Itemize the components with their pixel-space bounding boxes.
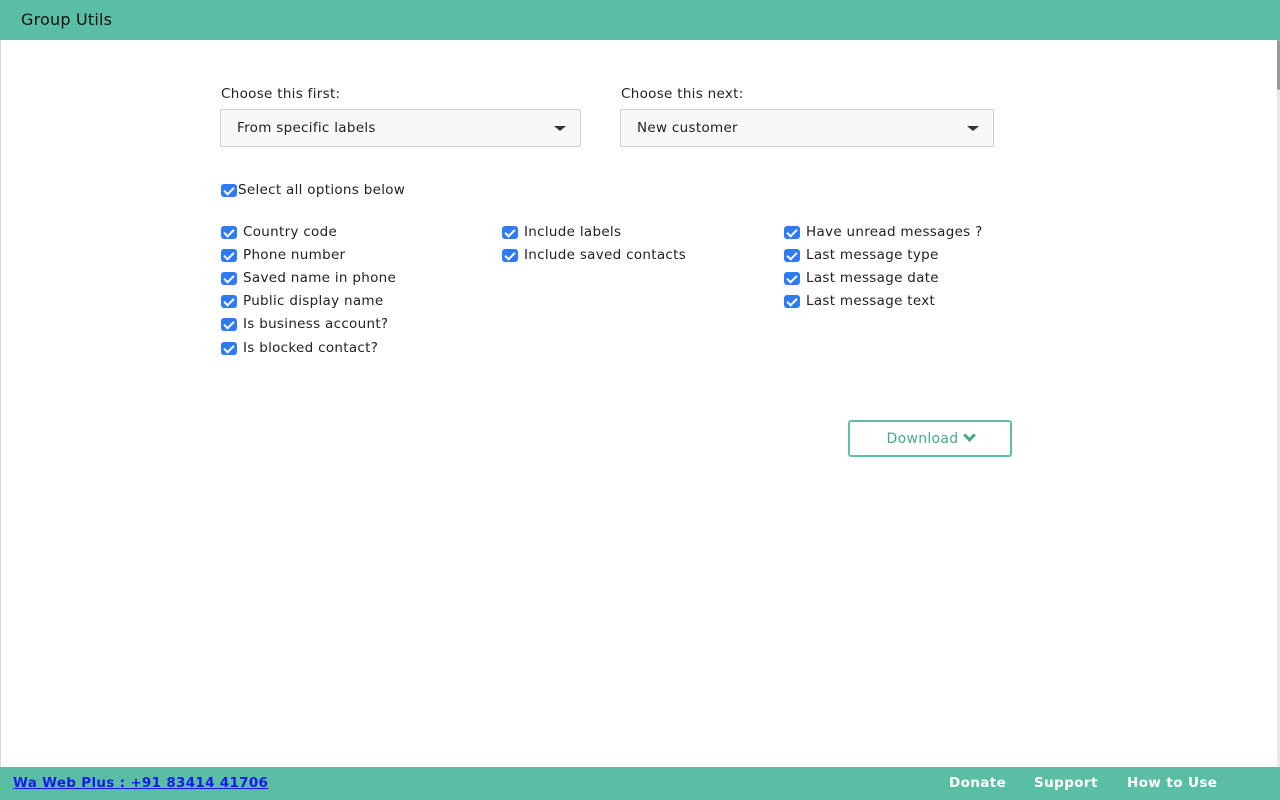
- next-select-value: New customer: [637, 120, 738, 136]
- option-label: Is business account?: [243, 316, 389, 332]
- option-blocked-contact[interactable]: Is blocked contact?: [221, 340, 378, 356]
- option-label: Phone number: [243, 247, 346, 263]
- option-last-message-type[interactable]: Last message type: [784, 247, 939, 263]
- option-last-message-date[interactable]: Last message date: [784, 270, 939, 286]
- option-phone-number[interactable]: Phone number: [221, 247, 345, 263]
- first-select[interactable]: From specific labels: [220, 109, 581, 147]
- select-all-label: Select all options below: [238, 182, 406, 198]
- checkbox-checked-icon[interactable]: [502, 248, 518, 262]
- option-include-labels[interactable]: Include labels: [502, 224, 621, 240]
- checkbox-checked-icon[interactable]: [221, 225, 237, 239]
- option-label: Country code: [243, 224, 338, 240]
- checkbox-checked-icon[interactable]: [784, 294, 800, 308]
- first-select-value: From specific labels: [237, 120, 376, 136]
- option-label: Include labels: [524, 224, 622, 240]
- app-title: Group Utils: [21, 10, 113, 29]
- checkbox-checked-icon[interactable]: [784, 271, 800, 285]
- support-link[interactable]: Support: [1034, 775, 1098, 791]
- select-all-checkbox[interactable]: Select all options below: [221, 182, 405, 198]
- next-select-label: Choose this next:: [621, 86, 744, 102]
- checkbox-checked-icon[interactable]: [784, 225, 800, 239]
- donate-link[interactable]: Donate: [949, 775, 1006, 791]
- option-label: Is blocked contact?: [243, 340, 379, 356]
- download-label: Download: [886, 430, 959, 447]
- checkbox-checked-icon[interactable]: [784, 248, 800, 262]
- checkbox-checked-icon[interactable]: [221, 341, 237, 355]
- dropdown-caret-icon: [554, 126, 566, 131]
- option-label: Last message date: [806, 270, 939, 286]
- option-label: Include saved contacts: [524, 247, 687, 263]
- option-public-display-name[interactable]: Public display name: [221, 293, 383, 309]
- chevron-down-icon: [962, 429, 976, 442]
- dropdown-caret-icon: [967, 126, 979, 131]
- checkbox-checked-icon[interactable]: [221, 271, 237, 285]
- option-label: Last message text: [806, 293, 936, 309]
- option-last-message-text[interactable]: Last message text: [784, 293, 935, 309]
- option-label: Last message type: [806, 247, 939, 263]
- option-business-account[interactable]: Is business account?: [221, 316, 388, 332]
- checkbox-checked-icon[interactable]: [221, 317, 237, 331]
- checkbox-checked-icon[interactable]: [221, 183, 237, 197]
- option-label: Saved name in phone: [243, 270, 397, 286]
- left-border: [0, 40, 1, 767]
- option-saved-name[interactable]: Saved name in phone: [221, 270, 396, 286]
- next-select[interactable]: New customer: [620, 109, 994, 147]
- contact-link[interactable]: Wa Web Plus : +91 83414 41706: [13, 775, 268, 791]
- app-footer: Wa Web Plus : +91 83414 41706 Donate Sup…: [0, 767, 1280, 800]
- how-to-use-link[interactable]: How to Use: [1127, 775, 1217, 791]
- checkbox-checked-icon[interactable]: [502, 225, 518, 239]
- checkbox-checked-icon[interactable]: [221, 294, 237, 308]
- option-label: Have unread messages ?: [806, 224, 983, 240]
- option-label: Public display name: [243, 293, 384, 309]
- download-button[interactable]: Download: [848, 420, 1012, 457]
- checkbox-checked-icon[interactable]: [221, 248, 237, 262]
- option-include-saved-contacts[interactable]: Include saved contacts: [502, 247, 686, 263]
- option-unread-messages[interactable]: Have unread messages ?: [784, 224, 983, 240]
- first-select-label: Choose this first:: [221, 86, 341, 102]
- app-header: Group Utils: [0, 0, 1280, 40]
- option-country-code[interactable]: Country code: [221, 224, 337, 240]
